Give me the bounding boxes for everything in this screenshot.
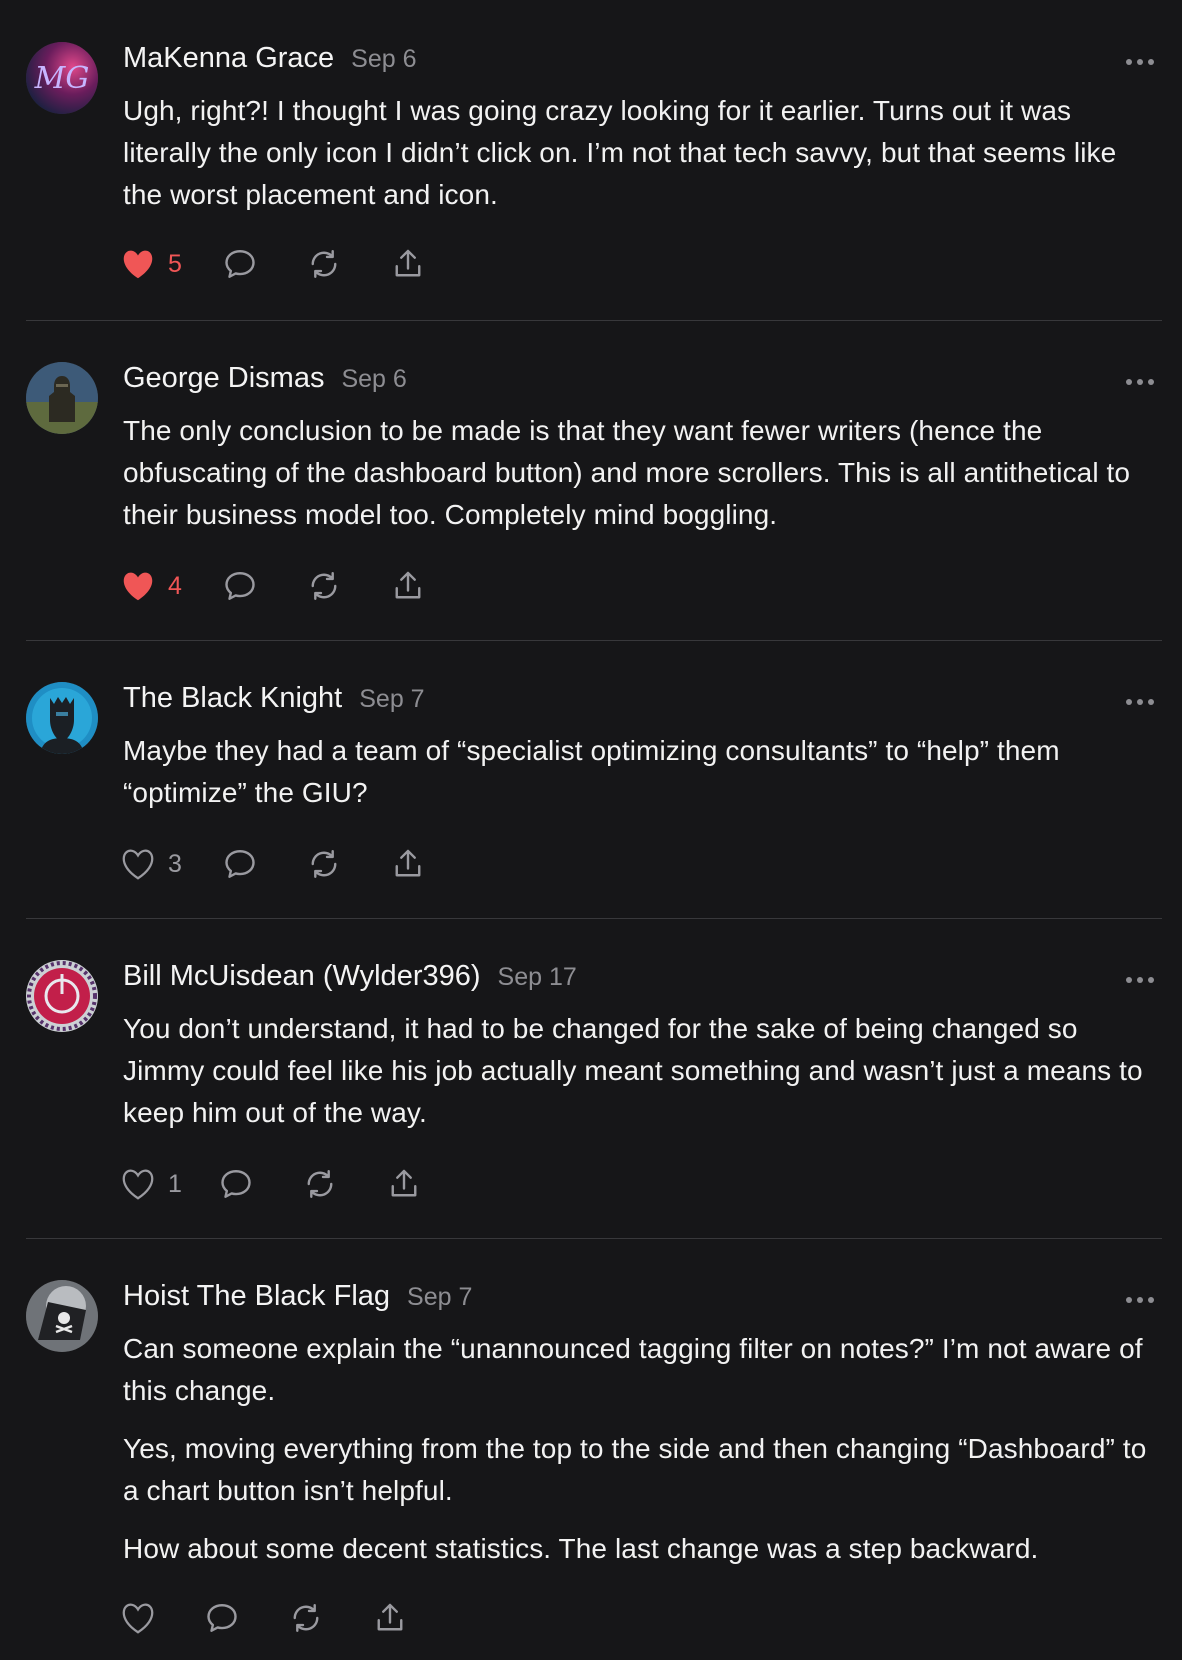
reply-button[interactable] [204,1600,288,1636]
comment-body: You don’t understand, it had to be chang… [123,1008,1163,1150]
avatar[interactable] [26,1280,98,1352]
comment-icon [225,850,255,878]
comment-text: Maybe they had a team of “specialist opt… [123,735,1060,808]
comment-icon [225,250,255,278]
comment-body: Can someone explain the “unannounced tag… [123,1328,1163,1586]
comment-date[interactable]: Sep 6 [341,365,406,394]
comment-text: Ugh, right?! I thought I was going crazy… [123,95,1117,210]
comment-body: The only conclusion to be made is that t… [123,410,1163,552]
avatar[interactable]: MG [26,42,98,114]
divider [26,640,1162,641]
heart-icon [123,572,153,601]
like-button[interactable] [120,1601,204,1635]
author-name[interactable]: MaKenna Grace [123,42,334,75]
comment-actions: 5 [120,242,474,286]
reply-button[interactable] [222,246,306,282]
like-button[interactable]: 3 [120,847,222,881]
comment-date[interactable]: Sep 7 [407,1283,472,1312]
restack-icon [311,250,337,278]
avatar[interactable] [26,682,98,754]
like-button[interactable]: 1 [120,1167,218,1201]
heart-icon [123,250,153,279]
reply-button[interactable] [218,1166,302,1202]
comment-text: How about some decent statistics. The la… [123,1533,1039,1564]
share-button[interactable] [386,1166,470,1202]
divider [26,320,1162,321]
author-name[interactable]: The Black Knight [123,682,342,715]
comment-date[interactable]: Sep 6 [351,45,416,74]
restack-icon [311,572,337,600]
svg-text:MG: MG [34,61,90,96]
comment-date[interactable]: Sep 7 [359,685,424,714]
share-icon [395,249,421,277]
restack-icon [307,1170,333,1198]
share-icon [395,571,421,599]
share-icon [391,1169,417,1197]
avatar[interactable] [26,362,98,434]
restack-button[interactable] [306,568,390,604]
comment-text: Yes, moving everything from the top to t… [123,1433,1147,1506]
comment-text: Can someone explain the “unannounced tag… [123,1333,1143,1406]
like-count: 4 [168,571,182,600]
share-button[interactable] [390,846,474,882]
comment-date[interactable]: Sep 17 [498,963,577,992]
restack-icon [311,850,337,878]
author-name[interactable]: George Dismas [123,362,324,395]
restack-icon [293,1604,319,1632]
restack-button[interactable] [306,846,390,882]
comment-feed: MG MaKenna Grace Sep 6 Ugh, right?! I th… [0,0,1182,1660]
comment-icon [221,1170,251,1198]
more-options-icon[interactable] [1120,970,1160,990]
restack-button[interactable] [306,246,390,282]
comment-body: Maybe they had a team of “specialist opt… [123,730,1163,830]
comment-text: The only conclusion to be made is that t… [123,415,1131,530]
comment-body: Ugh, right?! I thought I was going crazy… [123,90,1163,232]
comment-actions: 3 [120,842,474,886]
comment-actions [120,1596,456,1640]
share-button[interactable] [372,1600,456,1636]
divider [26,1238,1162,1239]
share-icon [377,1603,403,1631]
reply-button[interactable] [222,846,306,882]
more-options-icon[interactable] [1120,52,1160,72]
like-count: 5 [168,249,182,278]
comment-actions: 1 [120,1162,470,1206]
comment-actions: 4 [120,564,474,608]
comment-icon [225,572,255,600]
heart-icon [122,1603,154,1634]
comment-icon [207,1604,237,1632]
restack-button[interactable] [302,1166,386,1202]
like-count: 1 [168,1169,182,1198]
more-options-icon[interactable] [1120,372,1160,392]
avatar[interactable] [26,960,98,1032]
heart-icon [122,849,154,880]
comment-text: You don’t understand, it had to be chang… [123,1013,1143,1128]
heart-icon [122,1169,154,1200]
author-name[interactable]: Bill McUisdean (Wylder396) [123,960,481,993]
more-options-icon[interactable] [1120,692,1160,712]
more-options-icon[interactable] [1120,1290,1160,1310]
reply-button[interactable] [222,568,306,604]
divider [26,918,1162,919]
restack-button[interactable] [288,1600,372,1636]
author-name[interactable]: Hoist The Black Flag [123,1280,390,1313]
share-icon [395,849,421,877]
share-button[interactable] [390,568,474,604]
like-button[interactable]: 5 [120,247,222,281]
like-button[interactable]: 4 [120,569,222,603]
like-count: 3 [168,849,182,878]
share-button[interactable] [390,246,474,282]
